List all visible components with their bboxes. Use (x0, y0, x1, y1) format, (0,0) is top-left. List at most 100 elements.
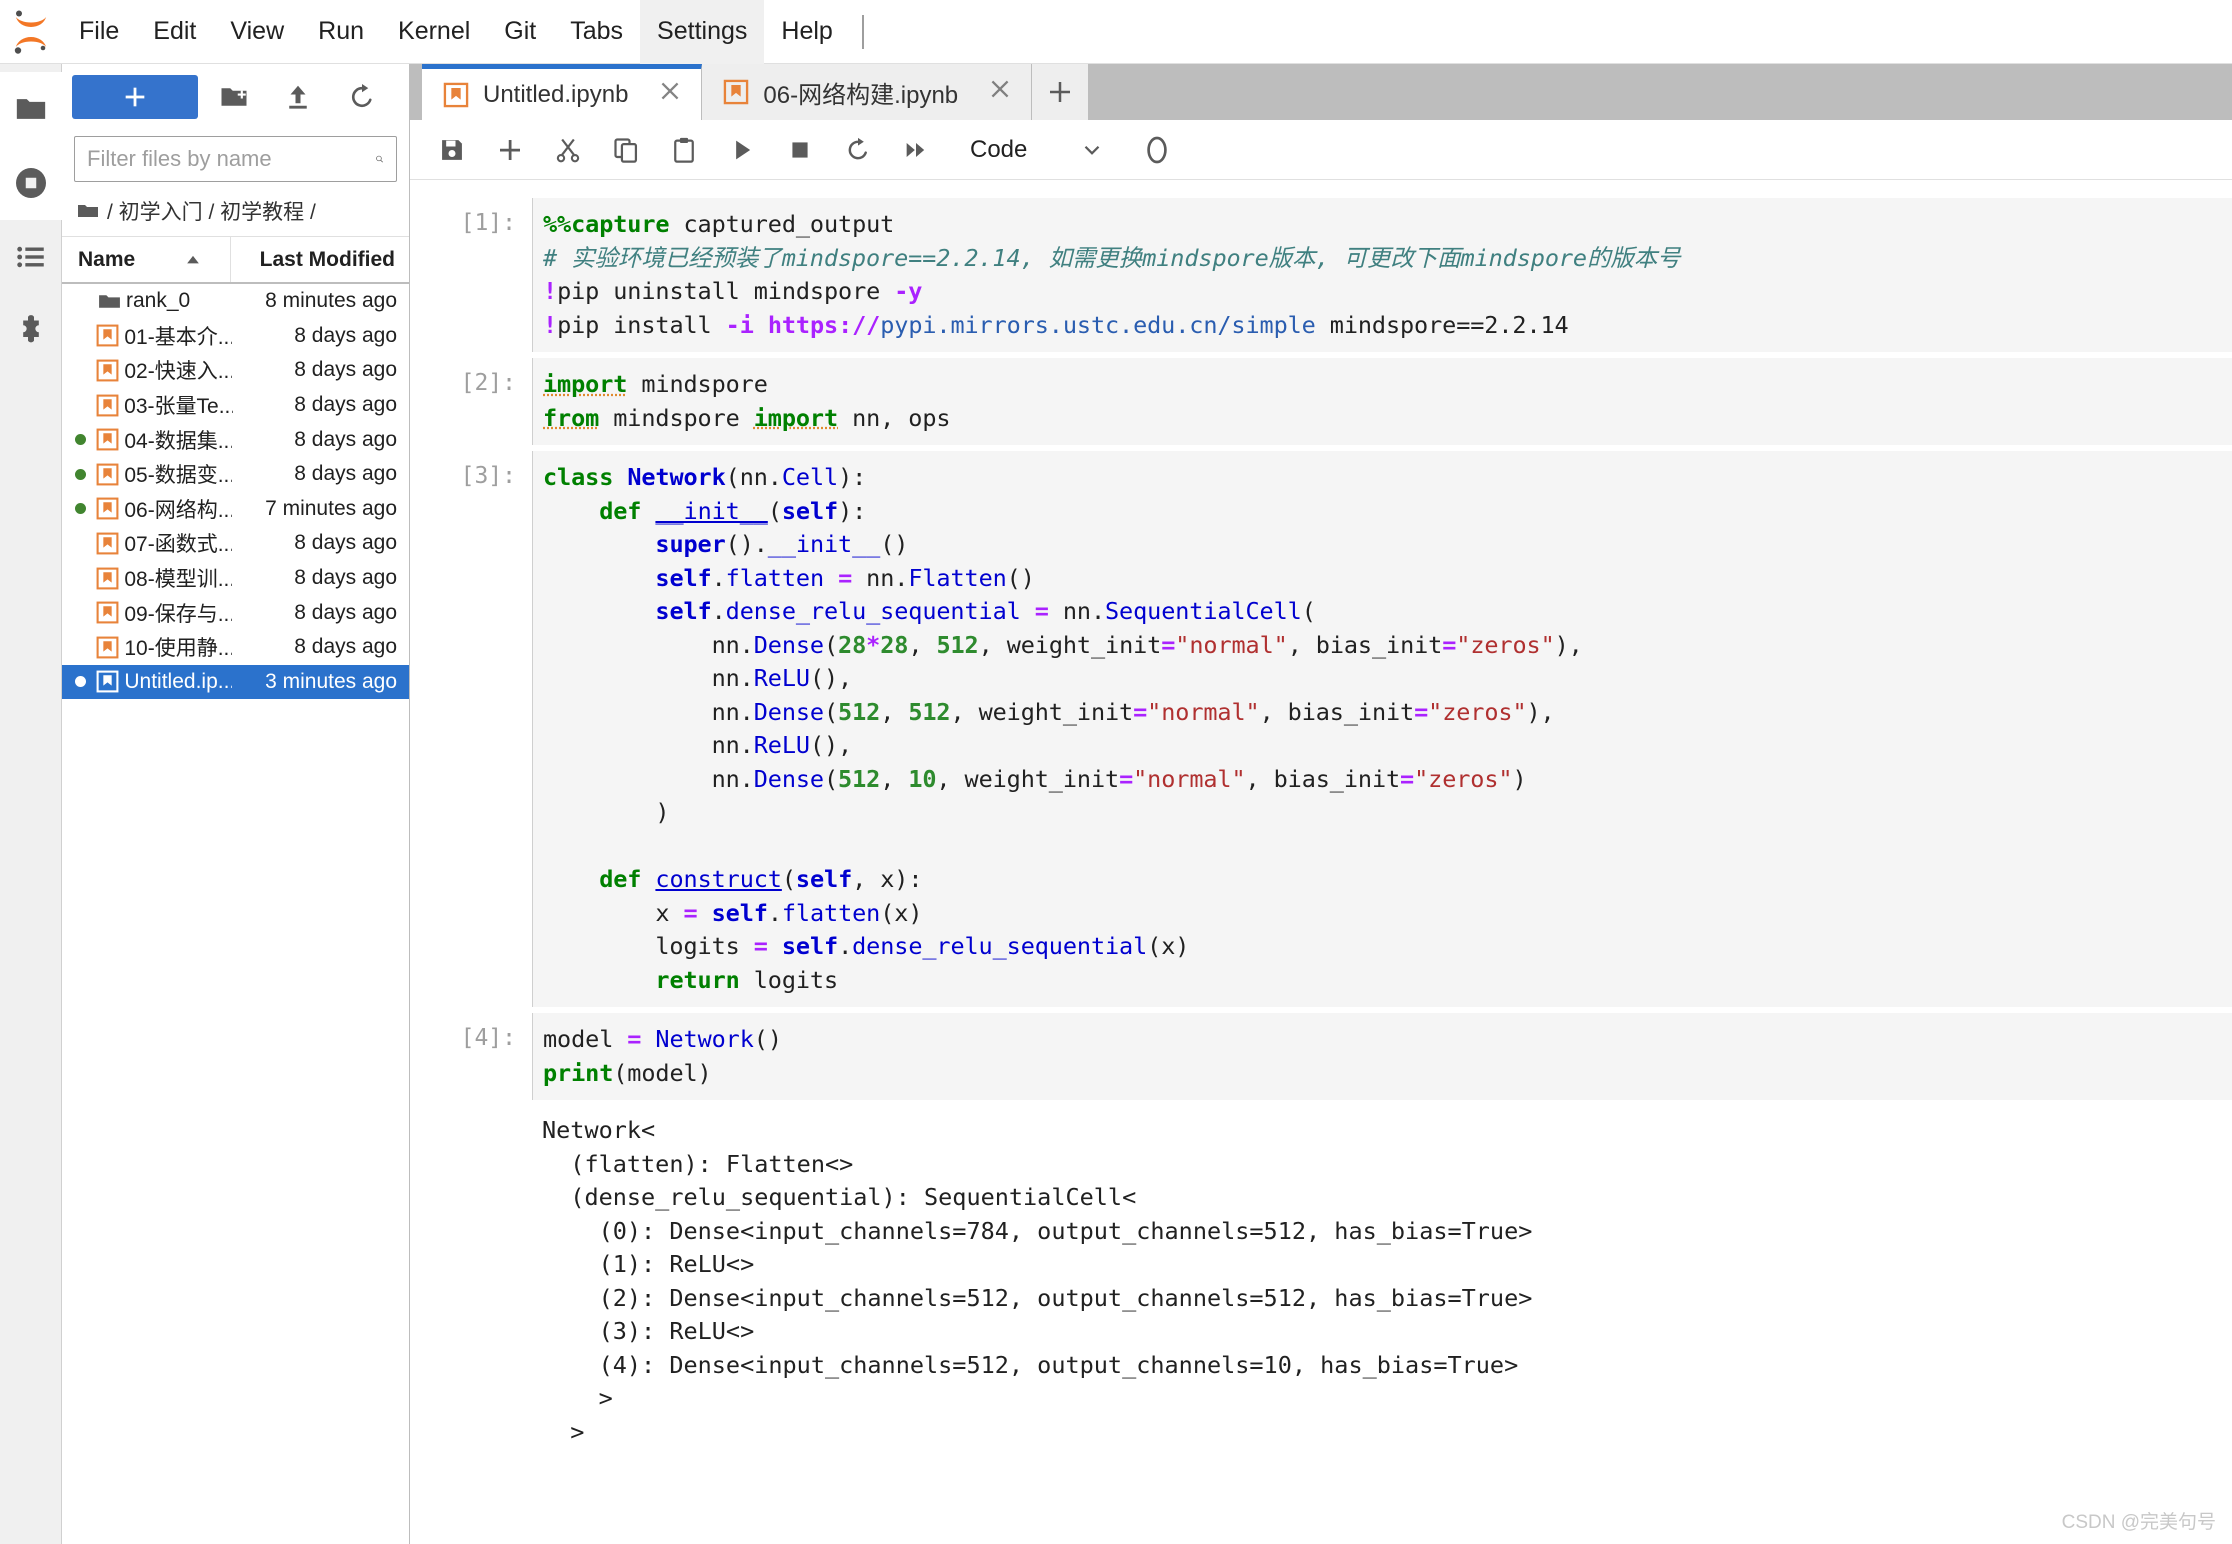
run-cell-button[interactable] (714, 124, 770, 176)
file-row[interactable]: 06-网络构... 7 minutes ago (62, 492, 409, 527)
new-tab-button[interactable] (1032, 64, 1089, 120)
notebook-icon (96, 636, 119, 659)
new-folder-button[interactable] (206, 74, 262, 120)
menu-item-run[interactable]: Run (301, 0, 381, 64)
menu-item-tabs[interactable]: Tabs (553, 0, 640, 64)
file-row[interactable]: 07-函数式... 8 days ago (62, 526, 409, 561)
file-row[interactable]: Untitled.ip... 3 minutes ago (62, 664, 409, 700)
running-indicator-dot (70, 434, 91, 446)
cell-input[interactable]: %%capture captured_output # 实验环境已经预装了min… (532, 198, 2232, 352)
notebook-icon (96, 463, 119, 486)
menu-item-edit[interactable]: Edit (136, 0, 213, 64)
output-prompt (410, 1106, 532, 1457)
file-type-icon (91, 496, 124, 521)
file-type-icon (91, 462, 124, 487)
sidebar-item-extensions[interactable] (0, 294, 62, 368)
notebook-icon (96, 324, 119, 347)
menu-label: View (230, 17, 285, 45)
notebook-cell[interactable]: [3]: class Network(nn.Cell): def __init__… (410, 451, 2232, 1007)
breadcrumb[interactable]: / 初学入门 / 初学教程 / (62, 190, 409, 236)
sidebar-item-running-kernels[interactable] (0, 146, 62, 220)
restart-and-run-all-button[interactable] (888, 124, 944, 176)
close-icon[interactable] (641, 78, 683, 111)
cell-input[interactable]: import mindspore from mindspore import n… (532, 358, 2232, 445)
file-browser-panel: / 初学入门 / 初学教程 / Name Last Modified rank_… (62, 64, 410, 1544)
menu-item-kernel[interactable]: Kernel (381, 0, 487, 64)
menu-item-view[interactable]: View (213, 0, 301, 64)
close-icon[interactable] (971, 76, 1013, 109)
file-list[interactable]: rank_0 8 minutes ago 01-基本介... 8 days ago 02… (62, 284, 409, 1544)
file-row[interactable]: 08-模型训... 8 days ago (62, 561, 409, 596)
file-name: 10-使用静... (124, 637, 232, 661)
file-modified: 8 days ago (294, 531, 397, 555)
tab-untitled-ipynb[interactable]: Untitled.ipynb (422, 64, 703, 120)
kernel-busy-icon (1147, 136, 1168, 163)
command-palette-icon (16, 246, 44, 268)
file-row[interactable]: 05-数据变... 8 days ago (62, 457, 409, 492)
menu-item-file[interactable]: File (62, 0, 136, 64)
sidebar-item-file-browser[interactable] (0, 72, 62, 146)
file-row[interactable]: 10-使用静... 8 days ago (62, 630, 409, 665)
file-row[interactable]: 01-基本介... 8 days ago (62, 319, 409, 354)
filter-files-box[interactable] (74, 136, 397, 182)
cell-source[interactable]: class Network(nn.Cell): def __init__(sel… (543, 461, 2232, 997)
cell-source[interactable]: import mindspore from mindspore import n… (543, 368, 2232, 435)
notebook-cell[interactable]: [4]: model = Network() print(model) (410, 1013, 2232, 1100)
paste-cells-button[interactable] (656, 124, 712, 176)
upload-files-button[interactable] (270, 74, 326, 120)
csdn-watermark: CSDN @完美句号 (2061, 1512, 2216, 1533)
cell-source[interactable]: %%capture captured_output # 实验环境已经预装了min… (543, 208, 2232, 342)
cell-type-dropdown[interactable]: Code (956, 127, 1115, 173)
file-modified: 3 minutes ago (265, 669, 398, 693)
column-label: Last Modified (259, 247, 395, 271)
file-type-icon (91, 635, 124, 660)
menu-label: Edit (153, 17, 197, 45)
cut-cells-button[interactable] (540, 124, 596, 176)
column-header-last-modified[interactable]: Last Modified (231, 237, 409, 282)
filter-files-input[interactable] (87, 146, 375, 172)
menu-item-git[interactable]: Git (487, 0, 553, 64)
file-row[interactable]: 03-张量Te... 8 days ago (62, 388, 409, 423)
file-name: rank_0 (126, 289, 191, 313)
restart-icon (848, 137, 867, 159)
cell-source[interactable]: model = Network() print(model) (543, 1023, 2232, 1090)
file-name: 05-数据变... (124, 464, 232, 488)
interrupt-kernel-button[interactable] (772, 124, 828, 176)
file-row[interactable]: 04-数据集... 8 days ago (62, 422, 409, 457)
kernel-status-indicator[interactable] (1141, 134, 1173, 166)
column-header-name[interactable]: Name (62, 237, 231, 282)
file-modified: 8 days ago (294, 427, 397, 451)
save-button[interactable] (424, 124, 480, 176)
notebook-cells[interactable]: [1]: %%capture captured_output # 实验环境已经预装… (410, 180, 2232, 1544)
insert-cell-button[interactable] (482, 124, 538, 176)
file-modified: 8 days ago (294, 566, 397, 590)
file-row[interactable]: 09-保存与... 8 days ago (62, 595, 409, 630)
file-row[interactable]: rank_0 8 minutes ago (62, 284, 409, 319)
cell-input[interactable]: class Network(nn.Cell): def __init__(sel… (532, 451, 2232, 1007)
notebook-cell[interactable]: [2]: import mindspore from mindspore impo… (410, 358, 2232, 445)
new-launcher-button[interactable] (72, 75, 198, 119)
cell-prompt: [4]: (460, 1025, 516, 1051)
activity-bar (0, 64, 62, 1544)
workspace: / 初学入门 / 初学教程 / Name Last Modified rank_… (0, 64, 2232, 1544)
notebook-icon (443, 82, 469, 107)
restart-kernel-button[interactable] (830, 124, 886, 176)
cell-input[interactable]: model = Network() print(model) (532, 1013, 2232, 1100)
file-row[interactable]: 02-快速入... 8 days ago (62, 353, 409, 388)
file-name: 02-快速入... (124, 360, 232, 384)
file-type-icon (91, 669, 124, 694)
refresh-file-list-button[interactable] (334, 74, 390, 120)
notebook-cell[interactable]: [1]: %%capture captured_output # 实验环境已经预装… (410, 198, 2232, 352)
sidebar-item-commands[interactable] (0, 220, 62, 294)
play-icon (736, 140, 751, 159)
copy-cells-button[interactable] (598, 124, 654, 176)
menu-item-help[interactable]: Help (764, 0, 849, 64)
menu-item-settings[interactable]: Settings (640, 0, 765, 64)
tab-06-network-ipynb[interactable]: 06-网络构建.ipynb (702, 64, 1033, 120)
file-name: 03-张量Te... (124, 395, 233, 419)
breadcrumb-path: / 初学入门 / 初学教程 / (107, 201, 316, 224)
paste-icon (674, 137, 694, 163)
file-type-icon (91, 323, 124, 348)
sort-ascending-icon (187, 255, 200, 263)
file-type-icon (91, 358, 124, 383)
